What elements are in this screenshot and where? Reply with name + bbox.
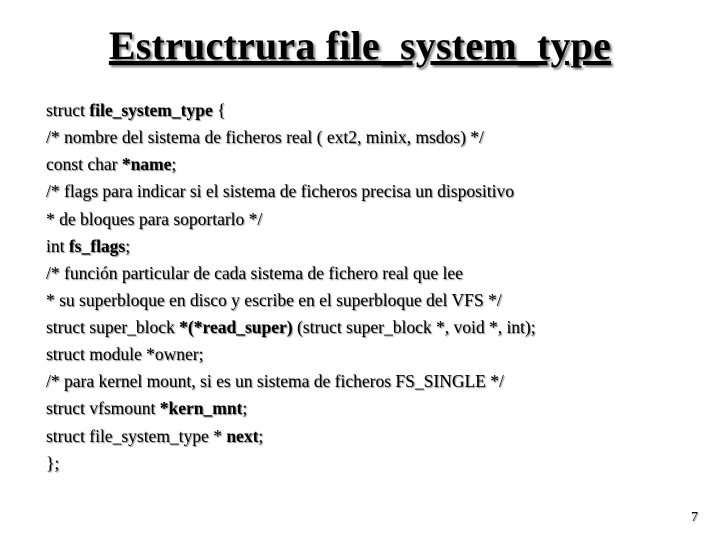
code-text: struct file_system_type * — [46, 426, 226, 446]
slide-title: Estructrura file_system_type — [46, 22, 674, 69]
code-text: struct vfsmount — [46, 398, 160, 418]
code-line: struct file_system_type * next; — [46, 423, 674, 450]
code-line: /* nombre del sistema de ficheros real (… — [46, 124, 674, 151]
code-line: /* flags para indicar si el sistema de f… — [46, 178, 674, 205]
code-text: const char — [46, 154, 122, 174]
code-text: ; — [242, 398, 247, 418]
code-text: ; — [125, 236, 130, 256]
code-text: (struct super_block *, void *, int); — [293, 317, 536, 337]
code-block: struct file_system_type { /* nombre del … — [46, 97, 674, 477]
code-bold: fs_flags — [69, 236, 125, 256]
code-bold: *name — [122, 154, 172, 174]
code-line: const char *name; — [46, 151, 674, 178]
code-text: ; — [171, 154, 176, 174]
code-line: struct file_system_type { — [46, 97, 674, 124]
code-text: ; — [258, 426, 263, 446]
code-line: int fs_flags; — [46, 233, 674, 260]
code-line: * de bloques para soportarlo */ — [46, 206, 674, 233]
slide: Estructrura file_system_type struct file… — [0, 0, 720, 540]
code-text: struct — [46, 100, 89, 120]
code-text: int — [46, 236, 69, 256]
code-text: { — [213, 100, 226, 120]
code-bold: file_system_type — [89, 100, 212, 120]
page-number: 7 — [691, 510, 698, 526]
code-line: }; — [46, 450, 674, 477]
code-line: * su superbloque en disco y escribe en e… — [46, 287, 674, 314]
code-line: struct vfsmount *kern_mnt; — [46, 395, 674, 422]
code-line: /* para kernel mount, si es un sistema d… — [46, 368, 674, 395]
code-line: struct super_block *(*read_super) (struc… — [46, 314, 674, 341]
code-bold: next — [226, 426, 258, 446]
code-line: /* función particular de cada sistema de… — [46, 260, 674, 287]
code-text: struct super_block — [46, 317, 179, 337]
code-line: struct module *owner; — [46, 341, 674, 368]
code-bold: *kern_mnt — [160, 398, 243, 418]
code-bold: *(*read_super) — [179, 317, 292, 337]
